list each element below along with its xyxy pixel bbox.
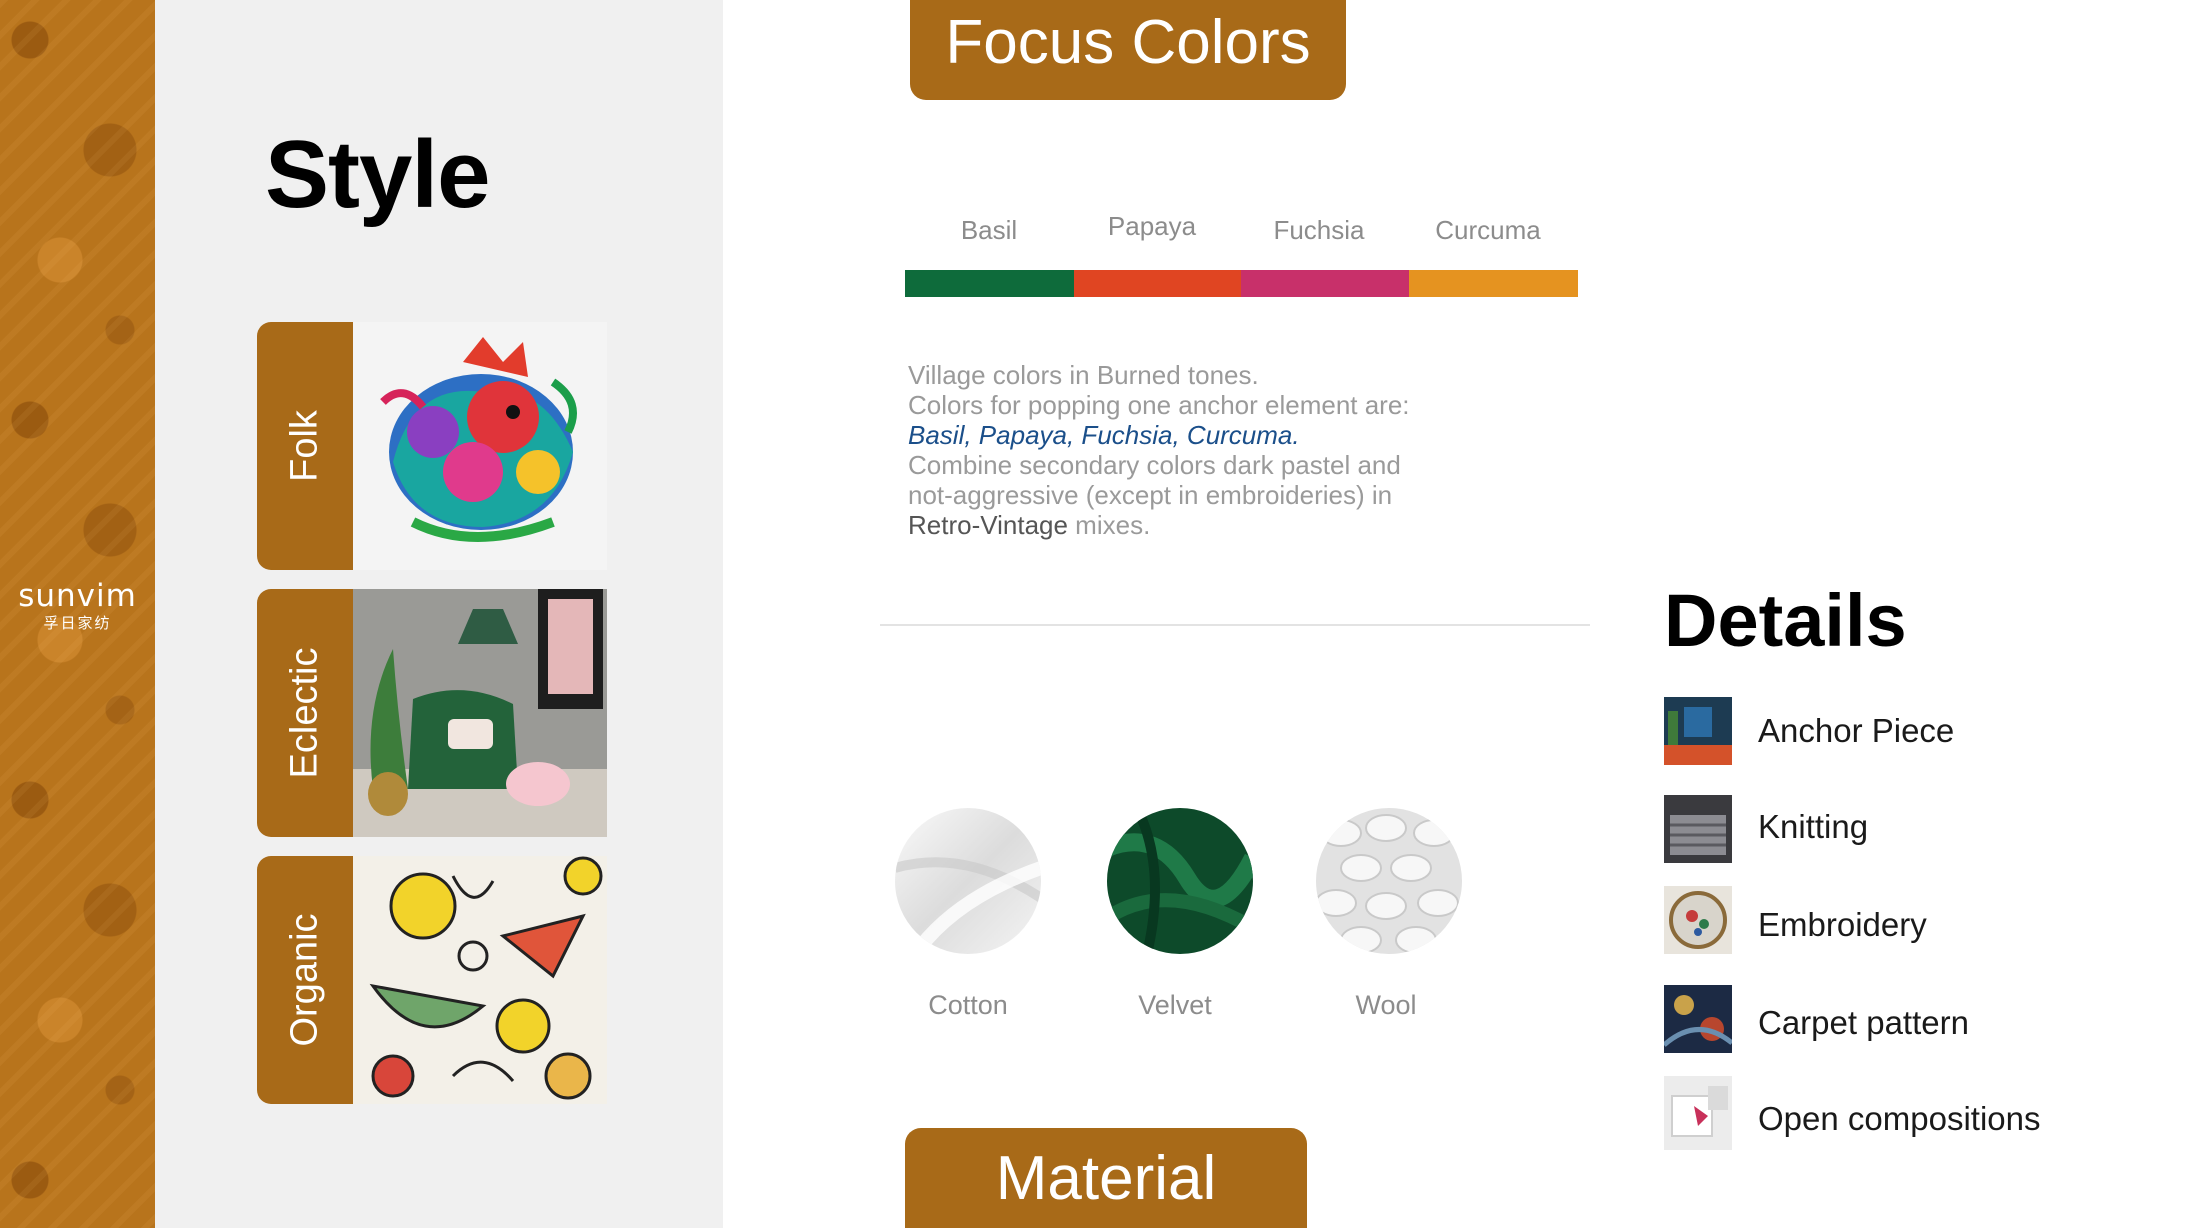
brand-logo: sunvim 孚日家纺 [0,578,155,633]
swatch-label-curcuma: Curcuma [1435,215,1541,245]
detail-label-embroidery: Embroidery [1758,906,1927,943]
swatch-papaya [1074,270,1241,297]
detail-label-open-compositions: Open compositions [1758,1100,2041,1137]
swatch-label-papaya: Papaya [1107,211,1197,241]
material-label-velvet: Velvet [1138,990,1212,1020]
cotton-image [895,808,1041,954]
swatch-label-basil: Basil [960,215,1018,245]
eclectic-image [353,589,607,837]
style-label-eclectic: Eclectic [283,647,326,779]
description-line: Colors for popping one anchor element ar… [908,390,1410,420]
swatch-basil [905,270,1074,297]
swatch-fuchsia [1241,270,1409,297]
velvet-image [1107,808,1253,954]
detail-label-anchor-piece: Anchor Piece [1758,712,1955,749]
brand-subtitle: 孚日家纺 [43,615,112,632]
carpet-pattern-thumb [1664,985,1732,1053]
description-line: not-aggressive (except in embroideries) … [908,480,1393,510]
focus-colors-header: Focus Colors [910,0,1346,100]
description-highlight-colors: Basil, Papaya, Fuchsia, Curcuma. [908,420,1300,450]
style-card-eclectic: Eclectic [257,589,607,837]
material-label-wool: Wool [1355,990,1417,1020]
style-tab-folk: Folk [257,322,353,570]
material-label-cotton: Cotton [928,990,1008,1020]
style-card-organic: Organic [257,856,607,1104]
wool-image [1316,808,1462,954]
style-label-organic: Organic [283,913,326,1047]
style-card-folk: Folk [257,322,607,570]
style-tab-organic: Organic [257,856,353,1104]
style-tab-eclectic: Eclectic [257,589,353,837]
section-divider [880,624,1590,626]
swatch-label-fuchsia: Fuchsia [1273,215,1365,245]
detail-label-knitting: Knitting [1758,808,1869,845]
retro-vintage-label: Retro-Vintage [908,510,1068,540]
description-line-end: mixes. [1067,510,1151,540]
organic-image [353,856,607,1104]
folk-image [353,322,607,570]
style-label-folk: Folk [283,410,326,482]
focus-colors-description: Village colors in Burned tones. Colors f… [908,360,1468,540]
swatch-curcuma [1409,270,1578,297]
anchor-piece-thumb [1664,697,1732,765]
details-title: Details [1664,579,1907,662]
style-title: Style [265,121,490,228]
description-line: Combine secondary colors dark pastel and [908,450,1401,480]
embroidery-hoop-thumb [1664,886,1732,954]
material-header: Material [905,1128,1307,1228]
description-line: Village colors in Burned tones. [908,360,1259,390]
open-composition-thumb [1664,1076,1732,1150]
description-line: Retro-Vintage mixes. [908,510,1468,540]
brand-name: sunvim [18,578,137,614]
detail-label-carpet-pattern: Carpet pattern [1758,1004,1969,1041]
knitting-thumb [1664,795,1732,863]
